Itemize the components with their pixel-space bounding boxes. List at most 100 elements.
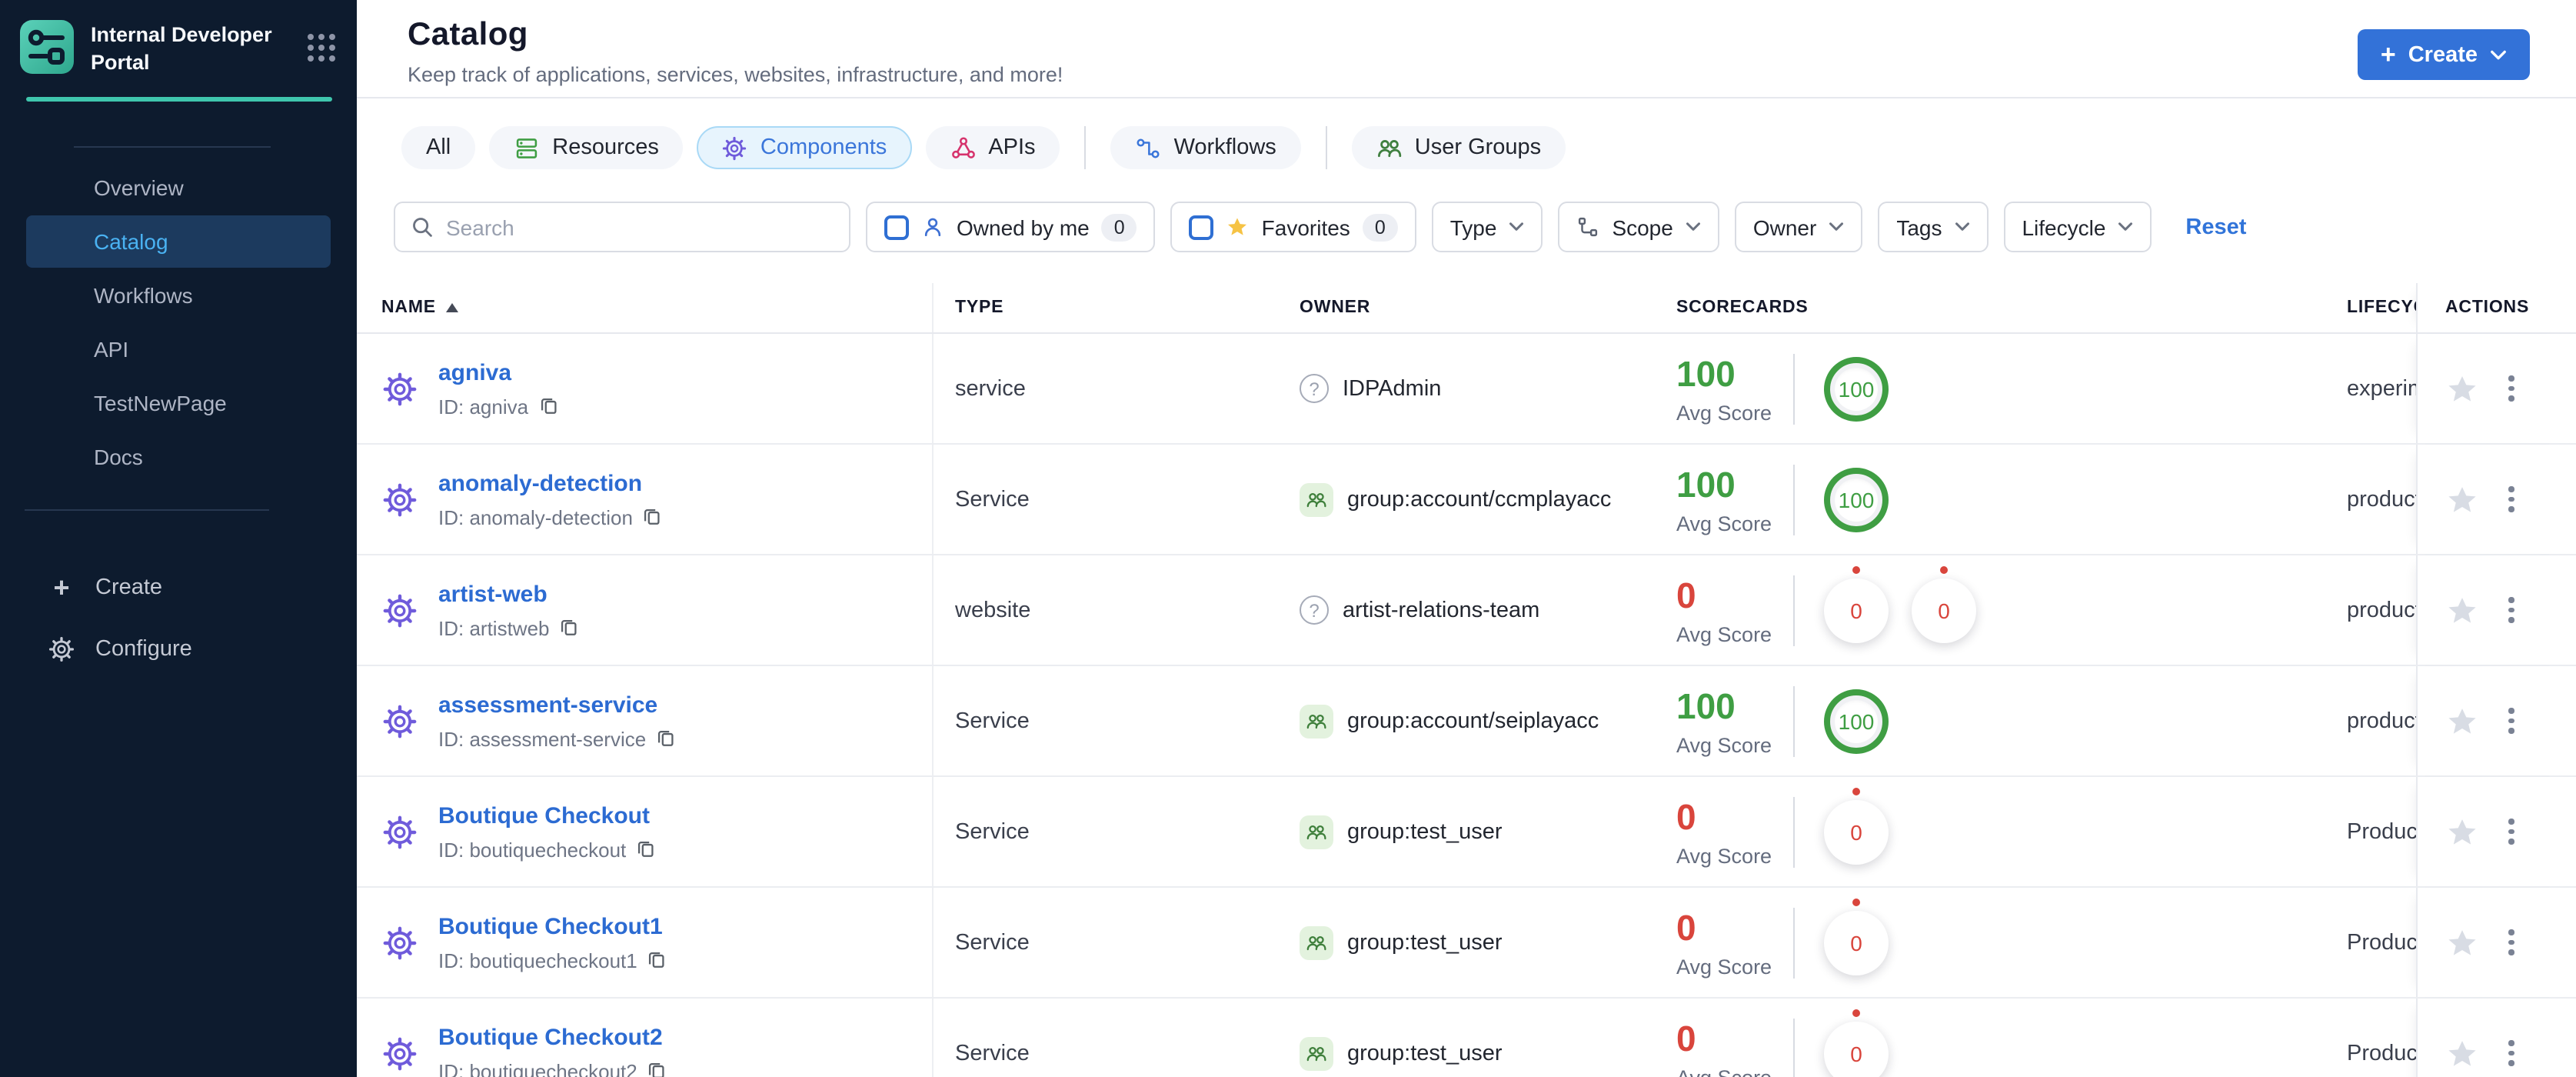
- kebab-menu-icon[interactable]: [2502, 481, 2520, 518]
- column-header-name[interactable]: NAME: [357, 283, 934, 332]
- page-subtitle: Keep track of applications, services, we…: [408, 63, 1063, 86]
- teal-accent-line: [26, 96, 332, 102]
- api-icon: [950, 135, 976, 161]
- app-switcher-grid-icon[interactable]: [308, 34, 335, 62]
- copy-icon[interactable]: [655, 728, 677, 749]
- page-title: Catalog: [408, 17, 528, 52]
- scorecard-score-badge[interactable]: 0: [1824, 787, 1889, 864]
- type-cell: Service: [955, 709, 1030, 733]
- scorecard-score-badge[interactable]: 0: [1912, 565, 1976, 642]
- favorite-star-icon[interactable]: [2445, 593, 2479, 627]
- tab-workflows[interactable]: Workflows: [1110, 126, 1301, 169]
- sidebar-item-testnewpage[interactable]: TestNewPage: [26, 376, 331, 428]
- sidebar-item-api[interactable]: API: [26, 322, 331, 375]
- copy-icon[interactable]: [559, 617, 581, 639]
- entity-name-link[interactable]: artist-web: [438, 581, 581, 607]
- tab-user-groups[interactable]: User Groups: [1351, 126, 1566, 169]
- copy-icon[interactable]: [642, 506, 664, 528]
- entity-name-link[interactable]: agniva: [438, 359, 559, 385]
- search-input[interactable]: [446, 215, 834, 239]
- avg-score-label: Avg Score: [1676, 733, 1772, 756]
- favorites-count: 0: [1362, 213, 1398, 241]
- tab-components[interactable]: Components: [697, 126, 912, 169]
- entity-name-link[interactable]: Boutique Checkout: [438, 802, 657, 829]
- avg-score-value: 0: [1676, 1018, 1696, 1058]
- favorites-label: Favorites: [1261, 215, 1350, 239]
- scope-dropdown[interactable]: Scope: [1558, 202, 1719, 252]
- favorite-star-icon[interactable]: [2445, 1036, 2479, 1070]
- scorecards-cell: 0 Avg Score 0: [1653, 888, 2330, 997]
- owner-cell: ? IDPAdmin: [1281, 334, 1653, 443]
- create-button[interactable]: + Create: [2357, 29, 2530, 80]
- column-header-scorecards[interactable]: SCORECARDS: [1653, 298, 2330, 317]
- lifecycle-cell: Production: [2347, 819, 2416, 844]
- tab-resources[interactable]: Resources: [489, 126, 684, 169]
- kebab-menu-icon[interactable]: [2502, 813, 2520, 851]
- favorite-star-icon[interactable]: [2445, 704, 2479, 738]
- lifecycle-cell: production: [2347, 487, 2416, 512]
- type-dropdown[interactable]: Type: [1431, 202, 1543, 252]
- lifecycle-cell: production: [2347, 598, 2416, 622]
- kebab-menu-icon[interactable]: [2502, 1035, 2520, 1072]
- create-button-label: Create: [2408, 42, 2478, 67]
- sidebar-item-catalog[interactable]: Catalog: [26, 215, 331, 268]
- entity-name-link[interactable]: anomaly-detection: [438, 470, 664, 496]
- owner-label: group:test_user: [1347, 819, 1503, 844]
- chevron-down-icon: [1829, 222, 1844, 232]
- column-header-owner[interactable]: OWNER: [1281, 298, 1653, 317]
- scorecard-score-badge[interactable]: 0: [1824, 1009, 1889, 1077]
- scorecard-score-badge[interactable]: 0: [1824, 565, 1889, 642]
- favorite-star-icon[interactable]: [2445, 925, 2479, 959]
- scorecard-score-badge[interactable]: 100: [1824, 467, 1889, 532]
- kebab-menu-icon[interactable]: [2502, 702, 2520, 740]
- owner-label: group:test_user: [1347, 930, 1503, 955]
- copy-icon[interactable]: [537, 395, 559, 417]
- copy-icon[interactable]: [647, 1060, 668, 1077]
- table-row: artist-web ID: artistweb website ? artis…: [357, 555, 2576, 666]
- tags-dropdown[interactable]: Tags: [1878, 202, 1989, 252]
- sidebar-create-button[interactable]: + Create: [0, 563, 357, 612]
- harness-logo-icon: [28, 29, 65, 65]
- users-icon: [1376, 135, 1403, 161]
- sidebar-configure-button[interactable]: Configure: [0, 625, 357, 674]
- sidebar-item-workflows[interactable]: Workflows: [26, 268, 331, 321]
- copy-icon[interactable]: [647, 949, 668, 971]
- sidebar-bottom-divider: [25, 509, 269, 511]
- favorite-star-icon[interactable]: [2445, 372, 2479, 405]
- avg-score-label: Avg Score: [1676, 955, 1772, 978]
- component-gear-icon: [381, 924, 418, 961]
- star-icon: [1226, 215, 1250, 238]
- lifecycle-cell: production: [2347, 709, 2416, 733]
- owned-by-me-filter[interactable]: Owned by me 0: [866, 202, 1156, 252]
- owned-by-me-checkbox[interactable]: [884, 215, 909, 239]
- tab-apis[interactable]: APIs: [925, 126, 1060, 169]
- favorites-checkbox[interactable]: [1189, 215, 1214, 239]
- component-gear-icon: [381, 370, 418, 407]
- column-header-type[interactable]: TYPE: [934, 298, 1281, 317]
- kebab-menu-icon[interactable]: [2502, 370, 2520, 408]
- favorites-filter[interactable]: Favorites 0: [1170, 202, 1416, 252]
- lifecycle-dropdown[interactable]: Lifecycle: [2003, 202, 2152, 252]
- component-gear-icon: [381, 1035, 418, 1072]
- scorecards-cell: 0 Avg Score 0: [1653, 777, 2330, 886]
- scorecard-score-badge[interactable]: 100: [1824, 689, 1889, 753]
- sidebar-item-overview[interactable]: Overview: [26, 161, 331, 213]
- scorecard-score-badge[interactable]: 0: [1824, 898, 1889, 975]
- entity-name-link[interactable]: Boutique Checkout2: [438, 1024, 668, 1050]
- favorite-star-icon[interactable]: [2445, 815, 2479, 849]
- favorite-star-icon[interactable]: [2445, 482, 2479, 516]
- sidebar-item-docs[interactable]: Docs: [26, 430, 331, 482]
- owner-dropdown[interactable]: Owner: [1734, 202, 1863, 252]
- column-header-lifecycle[interactable]: LIFECYCLE: [2330, 298, 2416, 317]
- kind-tabs: All Resources Components APIs Workflows: [401, 126, 2576, 169]
- entity-name-link[interactable]: Boutique Checkout1: [438, 913, 668, 939]
- reset-filters-link[interactable]: Reset: [2185, 215, 2246, 239]
- type-cell: Service: [955, 1041, 1030, 1065]
- kebab-menu-icon[interactable]: [2502, 924, 2520, 962]
- tab-all[interactable]: All: [401, 126, 476, 169]
- scorecard-score-badge[interactable]: 100: [1824, 356, 1889, 421]
- kebab-menu-icon[interactable]: [2502, 592, 2520, 629]
- copy-icon[interactable]: [635, 839, 657, 860]
- avg-score-value: 0: [1676, 907, 1696, 947]
- entity-name-link[interactable]: assessment-service: [438, 692, 677, 718]
